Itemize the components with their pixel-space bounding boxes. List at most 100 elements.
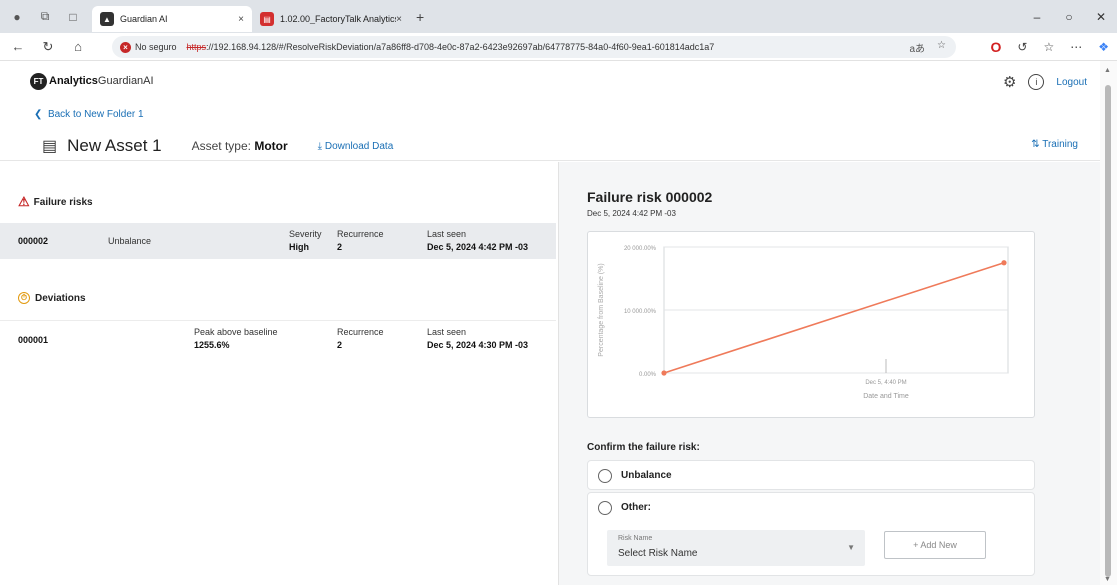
risk-detail-panel: Failure risk 000002 Dec 5, 2024 4:42 PM … bbox=[558, 162, 1100, 585]
option-other[interactable]: Other: Risk Name Select Risk Name ▼ + Ad… bbox=[587, 492, 1035, 576]
confirm-title: Confirm the failure risk: bbox=[587, 442, 700, 453]
minimize-icon[interactable]: – bbox=[1021, 10, 1053, 24]
option-unbalance-label: Unbalance bbox=[621, 470, 672, 481]
tab-factorytalk-pdf[interactable]: ▤ 1.02.00_FactoryTalk Analytics Gua × bbox=[252, 6, 410, 32]
risk-list-panel: ⚠ Failure risks 000002 Unbalance Severit… bbox=[0, 162, 558, 585]
app-header: FT Analytics GuardianAI ⚙ i Logout bbox=[0, 61, 1117, 101]
asset-header: ❮ Back to New Folder 1 ▤ New Asset 1 Ass… bbox=[0, 101, 1100, 161]
training-link[interactable]: ⇅ Training bbox=[1031, 139, 1078, 150]
option-other-label: Other: bbox=[621, 502, 651, 513]
risk-id: 000002 bbox=[18, 236, 49, 246]
refresh-icon[interactable]: ↻ bbox=[36, 39, 60, 55]
insecure-icon: × bbox=[120, 41, 131, 53]
asset-list-icon: ▤ bbox=[42, 138, 58, 155]
recurrence-value: 2 bbox=[337, 242, 343, 252]
last-seen-label: Last seen bbox=[427, 229, 467, 239]
scroll-up-icon[interactable]: ▲ bbox=[1104, 67, 1111, 74]
peak-value: 1255.6% bbox=[194, 340, 230, 350]
asset-type-label: Asset type: bbox=[191, 139, 251, 153]
last-seen-label: Last seen bbox=[427, 327, 467, 337]
security-indicator[interactable]: × No seguro bbox=[120, 41, 177, 53]
option-unbalance[interactable]: Unbalance bbox=[587, 460, 1035, 490]
detail-title: Failure risk 000002 bbox=[587, 189, 713, 205]
back-icon[interactable]: ← bbox=[6, 39, 30, 54]
download-data-link[interactable]: ⤓ Download Data bbox=[318, 141, 394, 152]
chevron-down-icon: ▼ bbox=[847, 543, 855, 552]
scroll-down-icon[interactable]: ▼ bbox=[1104, 576, 1111, 583]
y-tick-label: 0.00% bbox=[639, 372, 657, 378]
edge-copilot-icon[interactable]: ❖ bbox=[1098, 40, 1109, 54]
data-point bbox=[1001, 260, 1007, 266]
scrollbar-thumb[interactable] bbox=[1105, 85, 1111, 577]
download-icon: ⤓ bbox=[317, 140, 323, 152]
last-seen-value: Dec 5, 2024 4:42 PM -03 bbox=[427, 242, 529, 252]
data-point bbox=[661, 370, 667, 376]
radio-unbalance[interactable] bbox=[598, 469, 612, 483]
url-path: ://192.168.94.128/#/ResolveRiskDeviation… bbox=[206, 42, 715, 52]
deviation-id: 000001 bbox=[18, 335, 49, 345]
collections-icon[interactable]: ⧉ bbox=[34, 6, 56, 28]
home-icon[interactable]: ⌂ bbox=[66, 39, 90, 54]
chevron-left-icon: ❮ bbox=[34, 109, 43, 120]
back-label: Back to New Folder 1 bbox=[47, 109, 144, 120]
failure-risks-heading: ⚠ Failure risks bbox=[18, 194, 93, 210]
logout-button[interactable]: Logout bbox=[1056, 77, 1087, 88]
info-icon[interactable]: i bbox=[1028, 74, 1045, 90]
restore-icon[interactable]: ○ bbox=[1053, 10, 1085, 24]
favorite-star-icon[interactable]: ☆ bbox=[937, 40, 946, 55]
tab-title: Guardian AI bbox=[120, 14, 168, 24]
url-field[interactable]: × No seguro https ://192.168.94.128/#/Re… bbox=[112, 36, 956, 58]
risk-name: Unbalance bbox=[108, 236, 152, 246]
y-axis-title: Percentage from Baseline (%) bbox=[598, 263, 605, 356]
training-icon: ⇅ bbox=[1031, 139, 1040, 150]
page-scrollbar[interactable]: ▲ ▼ bbox=[1100, 61, 1117, 585]
favorites-icon[interactable]: ☆ bbox=[1043, 40, 1054, 54]
detail-date: Dec 5, 2024 4:42 PM -03 bbox=[587, 209, 676, 218]
new-tab-button[interactable]: + bbox=[416, 9, 424, 25]
deviation-row[interactable]: 000001 Peak above baseline 1255.6% Recur… bbox=[0, 320, 556, 356]
peak-label: Peak above baseline bbox=[194, 327, 278, 337]
opera-extension-icon[interactable]: O bbox=[991, 39, 1002, 55]
radio-other[interactable] bbox=[598, 501, 612, 515]
severity-value: High bbox=[289, 242, 309, 252]
failure-risks-title: Failure risks bbox=[33, 196, 93, 208]
risk-name-placeholder: Select Risk Name bbox=[618, 548, 698, 559]
warning-triangle-icon: ⚠ bbox=[18, 194, 30, 209]
severity-label: Severity bbox=[289, 229, 322, 239]
risk-name-select[interactable]: Risk Name Select Risk Name ▼ bbox=[607, 530, 865, 566]
app-logo[interactable]: FT Analytics GuardianAI bbox=[30, 72, 154, 90]
window-controls: – ○ ✕ bbox=[1021, 0, 1117, 33]
deviation-line-chart: 0.00% 10 000.00% 20 000.00% Dec 5, 4:40 PM D… bbox=[598, 246, 1009, 400]
tab-guardian-ai[interactable]: ▲ Guardian AI × bbox=[92, 6, 252, 32]
tab-actions-icon[interactable]: □ bbox=[62, 6, 84, 28]
brand-analytics: Analytics bbox=[49, 75, 98, 87]
profile-icon[interactable]: ● bbox=[6, 6, 28, 28]
back-link[interactable]: ❮ Back to New Folder 1 bbox=[34, 109, 144, 120]
address-bar: ← ↻ ⌂ × No seguro https ://192.168.94.12… bbox=[0, 33, 1117, 61]
url-scheme: https bbox=[186, 42, 207, 52]
recurrence-value: 2 bbox=[337, 340, 343, 350]
failure-risk-row[interactable]: 000002 Unbalance Severity High Recurrenc… bbox=[0, 223, 556, 259]
browser-tab-bar: ● ⧉ □ ▲ Guardian AI × ▤ 1.02.00_FactoryT… bbox=[0, 0, 1117, 33]
close-tab-icon[interactable]: × bbox=[396, 14, 402, 25]
chart-card: 0.00% 10 000.00% 20 000.00% Dec 5, 4:40 PM D… bbox=[587, 231, 1035, 418]
pdf-favicon-icon: ▤ bbox=[260, 12, 274, 26]
guardian-favicon-icon: ▲ bbox=[100, 12, 114, 26]
x-axis-title: Date and Time bbox=[863, 393, 909, 400]
copilot-icon[interactable]: ↺ bbox=[1017, 40, 1027, 54]
close-tab-icon[interactable]: × bbox=[238, 14, 244, 25]
x-tick-label: Dec 5, 4:40 PM bbox=[865, 380, 906, 386]
security-label: No seguro bbox=[135, 42, 177, 52]
risk-name-label: Risk Name bbox=[618, 535, 653, 542]
deviations-title: Deviations bbox=[35, 292, 86, 304]
download-label: Download Data bbox=[324, 140, 394, 152]
add-new-button[interactable]: + Add New bbox=[884, 531, 986, 559]
more-menu-icon[interactable]: ⋯ bbox=[1070, 40, 1082, 54]
settings-gear-icon[interactable]: ⚙ bbox=[1003, 73, 1016, 91]
clock-icon: ⏱ bbox=[18, 292, 30, 304]
brand-guardianai: GuardianAI bbox=[97, 75, 154, 87]
read-aloud-icon[interactable]: aあ bbox=[909, 40, 925, 55]
close-window-icon[interactable]: ✕ bbox=[1085, 10, 1117, 24]
series-line bbox=[663, 261, 1005, 374]
recurrence-label: Recurrence bbox=[337, 229, 384, 239]
